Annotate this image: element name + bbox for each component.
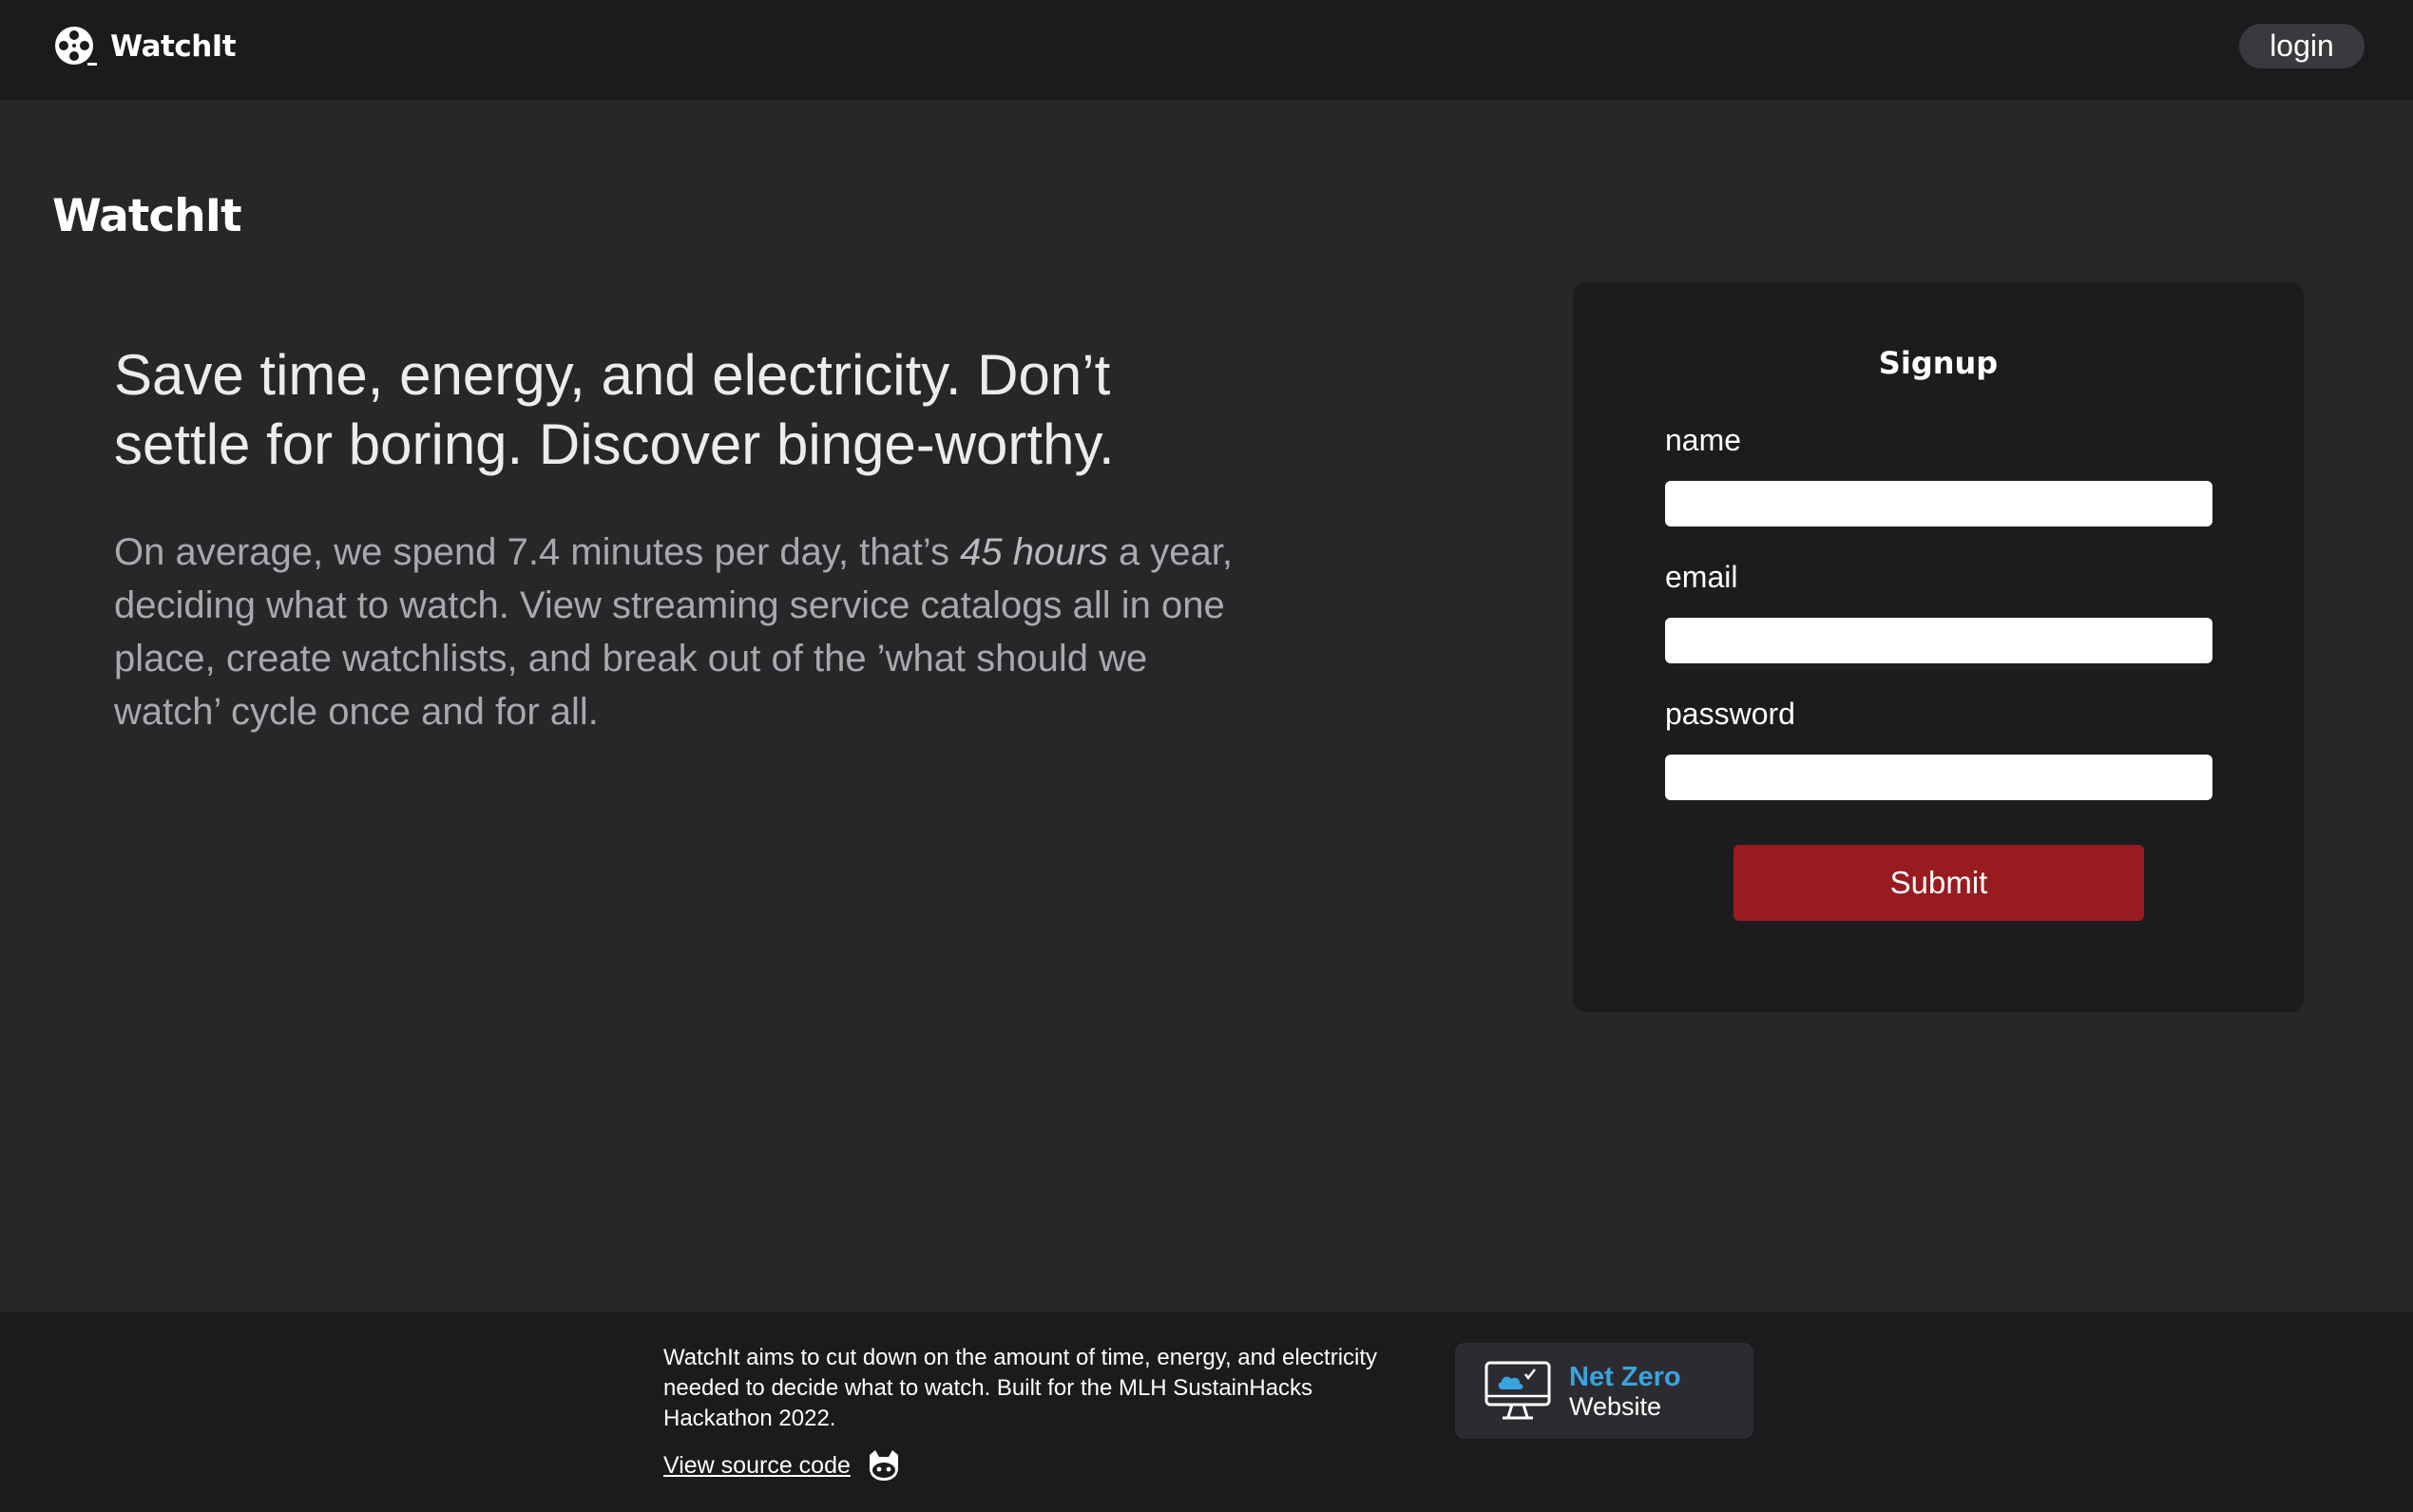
signup-title: Signup (1878, 345, 1999, 381)
footer: WatchIt aims to cut down on the amount o… (0, 1312, 2413, 1512)
submit-button[interactable]: Submit (1733, 845, 2144, 921)
email-input[interactable] (1665, 618, 2212, 663)
email-label: email (1665, 560, 1738, 594)
footer-description: WatchIt aims to cut down on the amount o… (663, 1345, 1378, 1431)
hero-headline: Save time, energy, and electricity. Don’… (114, 343, 1115, 476)
monitor-cloud-icon (1484, 1361, 1551, 1420)
name-label: name (1665, 423, 1742, 457)
brand-logo[interactable]: WatchIt (53, 25, 237, 68)
hero-description: On average, we spend 7.4 minutes per day… (114, 526, 1235, 738)
badge-subtitle: Website (1569, 1392, 1662, 1421)
source-row: View source code (663, 1449, 902, 1482)
top-navbar: WatchIt login (0, 0, 2413, 100)
hero-description-emphasis: 45 hours (960, 531, 1108, 573)
view-source-link[interactable]: View source code (663, 1452, 851, 1480)
film-reel-icon (53, 25, 97, 68)
signup-form: Signup name email password Submit (1573, 282, 2304, 1012)
badge-title: Net Zero (1569, 1362, 1681, 1392)
password-label: password (1665, 697, 1795, 731)
net-zero-badge[interactable]: Net Zero Website (1455, 1343, 1753, 1439)
hero-description-start: On average, we spend 7.4 minutes per day… (114, 531, 961, 573)
login-button[interactable]: login (2239, 24, 2365, 68)
password-input[interactable] (1665, 755, 2212, 800)
name-input[interactable] (1665, 481, 2212, 526)
brand-name: WatchIt (110, 29, 237, 64)
github-icon[interactable] (851, 1449, 902, 1482)
page-title: WatchIt (52, 190, 242, 242)
